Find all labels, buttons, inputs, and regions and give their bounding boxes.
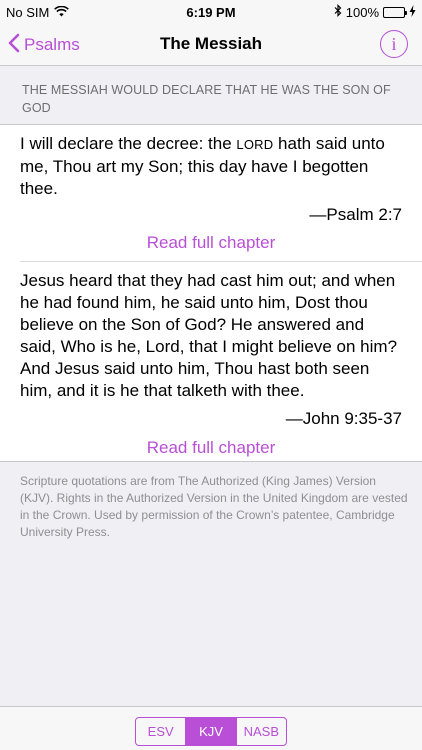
segment-esv[interactable]: ESV: [136, 718, 187, 745]
verse-text-part: I will declare the decree: the: [20, 134, 237, 153]
status-right: 100%: [334, 4, 416, 20]
verses-card: I will declare the decree: the Lord hath…: [0, 124, 422, 462]
bluetooth-icon: [334, 4, 342, 20]
segment-nasb[interactable]: NASB: [237, 718, 286, 745]
bottom-toolbar: ESV KJV NASB: [0, 706, 422, 750]
info-label: i: [391, 33, 397, 54]
status-left: No SIM: [6, 4, 70, 20]
verse-text: I will declare the decree: the Lord hath…: [20, 133, 402, 200]
verse-reference: —Psalm 2:7: [309, 205, 402, 224]
info-icon[interactable]: i: [380, 30, 408, 58]
navigation-bar: Psalms The Messiah i: [0, 24, 422, 66]
battery-percent: 100%: [345, 4, 379, 20]
verse-text: Jesus heard that they had cast him out; …: [20, 271, 398, 400]
segment-kjv[interactable]: KJV: [186, 718, 237, 745]
read-full-chapter-link[interactable]: Read full chapter: [0, 233, 422, 253]
translation-segmented-control: ESV KJV NASB: [135, 717, 287, 746]
divider: [20, 261, 422, 262]
read-full-chapter-link[interactable]: Read full chapter: [0, 438, 422, 458]
status-bar: No SIM 6:19 PM 100%: [0, 0, 422, 24]
wifi-icon: [54, 5, 70, 20]
page-title: The Messiah: [159, 34, 263, 53]
battery-icon: [383, 6, 407, 18]
verse-reference: —John 9:35-37: [285, 409, 402, 428]
section-header: THE MESSIAH WOULD DECLARE THAT HE WAS TH…: [22, 83, 391, 115]
bolt-icon: [409, 4, 416, 20]
copyright-note: Scripture quotations are from The Author…: [20, 474, 408, 539]
lord-smallcaps: Lord: [236, 137, 274, 152]
carrier-label: No SIM: [6, 4, 50, 20]
